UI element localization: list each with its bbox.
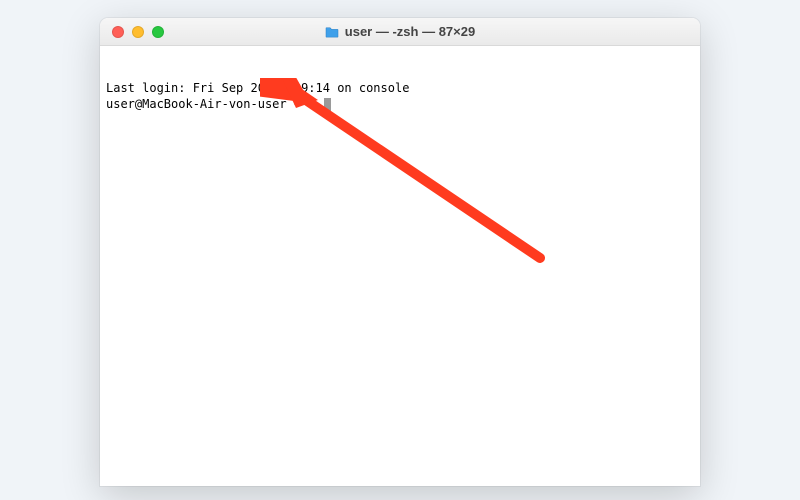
- home-folder-icon: [325, 26, 339, 38]
- terminal-window: user — -zsh — 87×29 Last login: Fri Sep …: [100, 18, 700, 486]
- minimize-icon[interactable]: [132, 26, 144, 38]
- terminal-body[interactable]: Last login: Fri Sep 20 16:09:14 on conso…: [100, 46, 700, 486]
- titlebar: user — -zsh — 87×29: [100, 18, 700, 46]
- maximize-icon[interactable]: [152, 26, 164, 38]
- traffic-lights: [100, 26, 164, 38]
- prompt-line: user@MacBook-Air-von-user ~ %: [106, 97, 694, 113]
- last-login-line: Last login: Fri Sep 20 16:09:14 on conso…: [106, 81, 694, 97]
- cursor-icon: [324, 98, 331, 111]
- close-icon[interactable]: [112, 26, 124, 38]
- prompt-text: user@MacBook-Air-von-user ~ %: [106, 97, 323, 111]
- window-title: user — -zsh — 87×29: [345, 24, 475, 39]
- window-title-wrap: user — -zsh — 87×29: [325, 24, 475, 39]
